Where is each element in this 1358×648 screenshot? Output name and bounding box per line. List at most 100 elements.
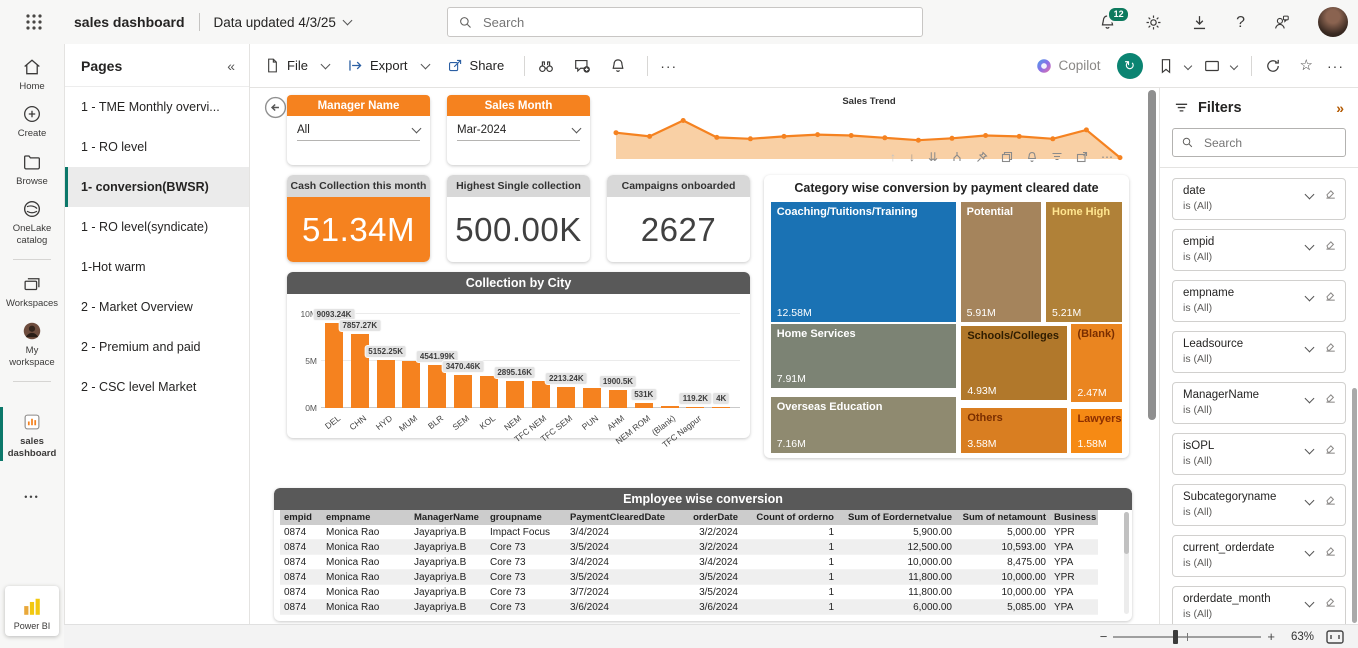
bar-TFC NEM[interactable] xyxy=(532,381,550,408)
canvas-scrollbar[interactable] xyxy=(1148,90,1156,420)
powerbi-brand[interactable]: Power BI xyxy=(5,586,59,636)
eraser-icon[interactable] xyxy=(1324,238,1337,251)
global-search[interactable] xyxy=(447,7,923,37)
eraser-icon[interactable] xyxy=(1324,442,1337,455)
kpi-campaigns-onboarded[interactable]: Campaigns onboarded 2627 xyxy=(607,175,750,262)
sidebar-item-home[interactable]: Home xyxy=(0,56,64,92)
data-updated-dropdown[interactable]: Data updated 4/3/25 xyxy=(214,15,351,30)
column-header[interactable]: groupname xyxy=(486,510,566,525)
focus-mode-icon[interactable] xyxy=(1076,151,1088,163)
treemap-tile-home-services[interactable]: Home Services7.91M xyxy=(771,324,957,388)
filter-card-empname[interactable]: empnameis (All) xyxy=(1172,280,1346,322)
zoom-out-button[interactable]: − xyxy=(1094,629,1114,644)
filter-card-leadsource[interactable]: Leadsourceis (All) xyxy=(1172,331,1346,373)
kpi-highest-single-collection[interactable]: Highest Single collection 500.00K xyxy=(447,175,590,262)
column-header[interactable]: PaymentClearedDate xyxy=(566,510,672,525)
bookmark-icon[interactable] xyxy=(1157,57,1175,75)
table-row[interactable]: 0874Monica RaoJayapriya.BCore 733/4/2024… xyxy=(280,555,1098,570)
table-row[interactable]: 0874Monica RaoJayapriya.BCore 733/7/2024… xyxy=(280,585,1098,600)
share-button[interactable]: Share xyxy=(447,57,505,74)
visual-more-options-icon[interactable]: ⋯ xyxy=(1101,151,1113,163)
sidebar-item-workspaces[interactable]: Workspaces xyxy=(0,273,64,309)
collapse-filters-icon[interactable]: » xyxy=(1336,100,1344,116)
chevron-down-icon[interactable] xyxy=(1183,61,1191,69)
treemap-tile-coaching-tuitions-training[interactable]: Coaching/Tuitions/Training12.58M xyxy=(771,202,956,322)
sidebar-item-create[interactable]: Create xyxy=(0,103,64,139)
eraser-icon[interactable] xyxy=(1324,595,1337,608)
treemap-tile-schools-colleges[interactable]: Schools/Colleges4.93M xyxy=(961,326,1067,400)
page-item[interactable]: 1-Hot warm xyxy=(65,247,249,287)
sidebar-item-sales-dashboard[interactable]: sales dashboard xyxy=(0,411,64,459)
eraser-icon[interactable] xyxy=(1324,340,1337,353)
pin-icon[interactable] xyxy=(976,151,988,163)
kpi-cash-collection[interactable]: Cash Collection this month 51.34M xyxy=(287,175,430,262)
chevron-down-icon[interactable] xyxy=(1305,292,1315,302)
filters-applied-icon[interactable] xyxy=(1051,151,1063,163)
column-header[interactable]: orderDate xyxy=(672,510,742,525)
eraser-icon[interactable] xyxy=(1324,289,1337,302)
treemap-tile-lawyers[interactable]: Lawyers1.58M xyxy=(1071,409,1122,453)
sidebar-item-browse[interactable]: Browse xyxy=(0,151,64,187)
page-item[interactable]: 2 - Market Overview xyxy=(65,287,249,327)
bar-(Blank)[interactable] xyxy=(661,406,679,408)
table-row[interactable]: 0874Monica RaoJayapriya.BCore 733/5/2024… xyxy=(280,540,1098,555)
feedback-icon[interactable] xyxy=(1272,13,1291,32)
filter-card-current_orderdate[interactable]: current_orderdateis (All) xyxy=(1172,535,1346,577)
column-header[interactable]: Sum of netamount xyxy=(956,510,1050,525)
favorite-star-icon[interactable]: ☆ xyxy=(1300,58,1313,73)
expand-hierarchy-icon[interactable] xyxy=(951,151,963,163)
file-menu[interactable]: File xyxy=(264,57,329,74)
eraser-icon[interactable] xyxy=(1324,187,1337,200)
column-header[interactable]: empid xyxy=(280,510,322,525)
chevron-down-icon[interactable] xyxy=(1305,598,1315,608)
table-row[interactable]: 0874Monica RaoJayapriya.BImpact Focus3/4… xyxy=(280,525,1098,540)
chevron-down-icon[interactable] xyxy=(1305,445,1315,455)
sales-month-dropdown[interactable]: Mar-2024 xyxy=(457,124,580,141)
search-input[interactable] xyxy=(481,14,865,31)
zoom-slider-thumb[interactable] xyxy=(1173,630,1178,644)
chevron-down-icon[interactable] xyxy=(1305,394,1315,404)
chevron-down-icon[interactable] xyxy=(1229,61,1237,69)
bar-NEM ROM[interactable] xyxy=(635,403,653,408)
go-to-next-level-icon[interactable]: ⇊ xyxy=(928,151,938,163)
bar-AHM[interactable] xyxy=(609,390,627,408)
page-item[interactable]: 1 - RO level(syndicate) xyxy=(65,207,249,247)
sidebar-item-my-workspace[interactable]: My workspace xyxy=(0,320,64,368)
refresh-icon[interactable] xyxy=(1264,57,1282,75)
treemap-tile--blank-[interactable]: (Blank)2.47M xyxy=(1071,324,1122,402)
page-item[interactable]: 2 - Premium and paid xyxy=(65,327,249,367)
bar-unlabeled[interactable] xyxy=(712,407,730,408)
back-button[interactable] xyxy=(264,96,287,119)
copy-visual-icon[interactable] xyxy=(1001,151,1013,163)
bar-TFC SEM[interactable] xyxy=(557,387,575,408)
filter-card-orderdate_month[interactable]: orderdate_monthis (All) xyxy=(1172,586,1346,628)
filter-card-subcategoryname[interactable]: Subcategorynameis (All) xyxy=(1172,484,1346,526)
zoom-slider[interactable] xyxy=(1113,636,1261,638)
bar-DEL[interactable] xyxy=(325,323,343,409)
chevron-down-icon[interactable] xyxy=(1305,547,1315,557)
filter-card-isopl[interactable]: isOPLis (All) xyxy=(1172,433,1346,475)
column-header[interactable]: Business xyxy=(1050,510,1098,525)
explore-binoculars-icon[interactable] xyxy=(537,57,555,75)
eraser-icon[interactable] xyxy=(1324,544,1337,557)
fit-to-page-icon[interactable] xyxy=(1326,630,1344,644)
notifications-button[interactable]: 12 xyxy=(1098,13,1117,32)
account-avatar[interactable] xyxy=(1318,7,1348,37)
treemap-tile-potential[interactable]: Potential5.91M xyxy=(961,202,1041,322)
bar-SEM[interactable] xyxy=(454,375,472,408)
bar-HYD[interactable] xyxy=(377,360,395,408)
column-header[interactable]: ManagerName xyxy=(410,510,486,525)
filter-card-managername[interactable]: ManagerNameis (All) xyxy=(1172,382,1346,424)
page-item[interactable]: 1 - RO level xyxy=(65,127,249,167)
page-item[interactable]: 2 - CSC level Market xyxy=(65,367,249,407)
drill-down-icon[interactable]: ↓ xyxy=(909,151,915,163)
column-header[interactable]: Sum of Eordernetvalue xyxy=(838,510,956,525)
zoom-in-button[interactable]: + xyxy=(1261,629,1281,644)
table-row[interactable]: 0874Monica RaoJayapriya.BCore 733/6/2024… xyxy=(280,600,1098,615)
filter-card-date[interactable]: dateis (All) xyxy=(1172,178,1346,220)
treemap-tile-home-high[interactable]: Home High5.21M xyxy=(1046,202,1122,322)
filter-card-empid[interactable]: empidis (All) xyxy=(1172,229,1346,271)
chevron-down-icon[interactable] xyxy=(1305,496,1315,506)
column-header[interactable]: Count of orderno xyxy=(742,510,838,525)
treemap-tile-others[interactable]: Others3.58M xyxy=(961,408,1067,453)
